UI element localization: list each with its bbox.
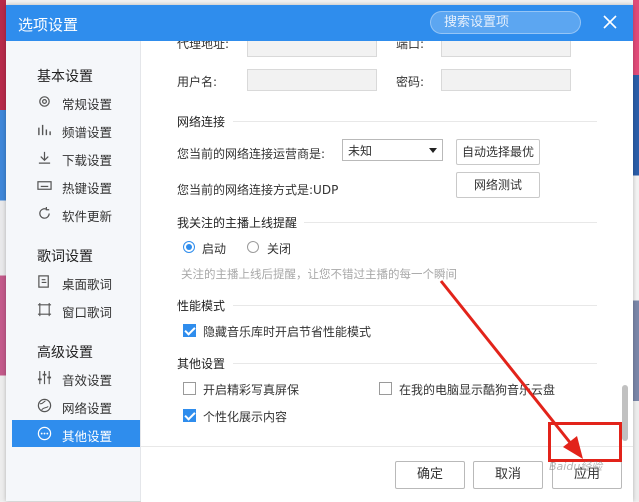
more-dots-icon (37, 426, 52, 441)
section-title-basic: 基本设置 (37, 69, 93, 85)
sidebar-item-update[interactable]: 软件更新 (12, 200, 140, 227)
window-lyrics-icon (37, 302, 52, 317)
anchor-alert-on-radio[interactable] (183, 241, 195, 253)
sidebar-item-label: 网络设置 (62, 401, 113, 416)
anchor-alert-hint: 关注的主播上线后提醒，让您不错过主播的每一个瞬间 (181, 267, 457, 281)
background-right-strip (633, 0, 639, 501)
sidebar-item-desktop-lyrics[interactable]: 桌面歌词 (12, 268, 140, 295)
sidebar-item-label: 常规设置 (62, 97, 113, 112)
section-title-advanced: 高级设置 (37, 345, 93, 361)
close-icon[interactable] (603, 15, 617, 29)
sidebar-item-label: 频谱设置 (62, 125, 113, 140)
performance-mode-label: 隐藏音乐库时开启节省性能模式 (203, 325, 372, 339)
network-test-button[interactable]: 网络测试 (456, 172, 540, 198)
sidebar: 基本设置 常规设置 频谱设置 下载设置 热键设置 软件更新 歌词设置 桌面歌词 (6, 41, 141, 501)
cancel-button[interactable]: 取消 (473, 461, 543, 489)
scrollbar-thumb[interactable] (622, 385, 628, 441)
options-dialog: 选项设置 搜索设置项 基本设置 常规设置 频谱设置 下载设置 热键设置 软件更新… (6, 5, 633, 502)
network-group-title: 网络连接 (177, 115, 226, 129)
divider (304, 222, 597, 223)
sidebar-item-label: 下载设置 (62, 153, 113, 168)
performance-group-title: 性能模式 (177, 299, 226, 313)
divider (233, 121, 597, 122)
title-bar: 选项设置 搜索设置项 (6, 5, 633, 41)
username-label: 用户名: (177, 75, 218, 89)
proxy-address-field[interactable] (247, 41, 377, 57)
scrollbar[interactable] (618, 41, 633, 446)
sidebar-item-label: 窗口歌词 (62, 305, 113, 320)
watermark: Baidu经验 (549, 460, 603, 473)
divider (233, 305, 597, 306)
keyboard-icon (37, 181, 52, 190)
anchor-alert-on-label: 启动 (202, 242, 227, 256)
sidebar-item-network[interactable]: 网络设置 (12, 392, 140, 419)
search-settings-input[interactable]: 搜索设置项 (430, 11, 581, 34)
sidebar-item-window-lyrics[interactable]: 窗口歌词 (12, 296, 140, 323)
sidebar-item-label: 音效设置 (62, 373, 113, 388)
proxy-port-label: 端口: (396, 41, 425, 51)
sidebar-item-label: 桌面歌词 (62, 277, 113, 292)
password-label: 密码: (396, 75, 425, 89)
equalizer-icon (37, 370, 52, 385)
proxy-address-label: 代理地址: (177, 41, 230, 51)
sidebar-item-hotkey[interactable]: 热键设置 (12, 172, 140, 199)
isp-select-value: 未知 (348, 144, 373, 158)
spectrum-bars-icon (38, 124, 51, 136)
password-field[interactable] (441, 69, 571, 91)
connection-mode-label: 您当前的网络连接方式是:UDP (177, 183, 339, 197)
download-icon (38, 151, 51, 164)
dialog-title: 选项设置 (18, 16, 79, 34)
sidebar-item-spectrum[interactable]: 频谱设置 (12, 116, 140, 143)
sidebar-item-label: 热键设置 (62, 181, 113, 196)
anchor-alert-off-label: 关闭 (267, 242, 292, 256)
apply-highlight-box (548, 422, 622, 462)
desktop-lyrics-icon (38, 275, 49, 288)
gear-icon (39, 96, 50, 107)
sidebar-item-label: 其他设置 (62, 429, 113, 444)
username-field[interactable] (247, 69, 377, 91)
auto-select-best-button[interactable]: 自动选择最优 (456, 139, 540, 165)
show-cloud-disk-label: 在我的电脑显示酷狗音乐云盘 (399, 383, 556, 397)
ok-button[interactable]: 确定 (395, 461, 465, 489)
sidebar-item-other[interactable]: 其他设置 (12, 420, 140, 447)
sidebar-item-download[interactable]: 下载设置 (12, 144, 140, 171)
section-title-lyrics: 歌词设置 (37, 249, 93, 265)
settings-content: 代理地址: 端口: 用户名: 密码: 网络连接 您当前的网络连接运营商是: 未知… (141, 41, 633, 446)
chevron-down-icon (429, 148, 437, 153)
screensaver-label: 开启精彩写真屏保 (203, 383, 300, 397)
sidebar-item-general[interactable]: 常规设置 (12, 88, 140, 115)
personalize-label: 个性化展示内容 (203, 410, 288, 424)
divider (233, 363, 597, 364)
sidebar-item-label: 软件更新 (62, 209, 113, 224)
performance-mode-checkbox[interactable] (183, 324, 196, 337)
screensaver-checkbox[interactable] (183, 382, 196, 395)
proxy-port-field[interactable] (441, 41, 571, 57)
refresh-icon (39, 206, 50, 219)
other-group-title: 其他设置 (177, 357, 226, 371)
sidebar-item-sound-effects[interactable]: 音效设置 (12, 364, 140, 391)
anchor-alert-group-title: 我关注的主播上线提醒 (177, 216, 298, 230)
show-cloud-disk-checkbox[interactable] (379, 382, 392, 395)
anchor-alert-off-radio[interactable] (247, 241, 259, 253)
globe-icon (37, 398, 52, 413)
isp-label: 您当前的网络连接运营商是: (177, 147, 326, 161)
personalize-checkbox[interactable] (183, 409, 196, 422)
isp-select[interactable]: 未知 (342, 139, 443, 161)
